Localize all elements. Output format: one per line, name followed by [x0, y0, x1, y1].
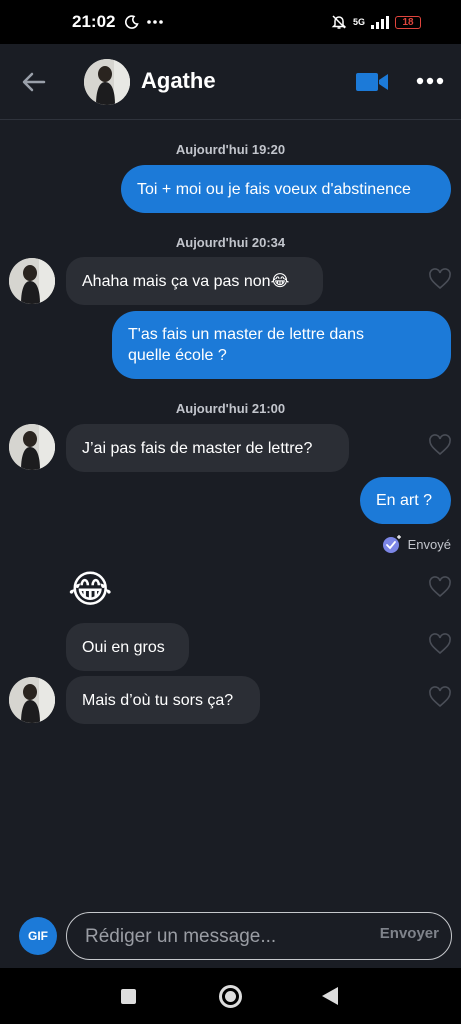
emoji-message[interactable]: 😂 [68, 568, 112, 612]
message-text-line: quelle école ? [128, 347, 227, 364]
timestamp: Aujourd'hui 21:00 [175, 401, 286, 416]
sender-avatar[interactable] [9, 424, 55, 470]
message-box[interactable]: Envoyer [66, 912, 452, 960]
heart-icon[interactable] [428, 268, 452, 290]
gif-button[interactable]: GIF [19, 917, 57, 955]
heart-icon[interactable] [428, 576, 452, 598]
outgoing-message[interactable]: Toi + moi ou je fais voeux d'abstinence [121, 165, 451, 213]
message-text: En art ? [376, 492, 433, 509]
home-icon[interactable] [219, 985, 242, 1008]
incoming-message[interactable]: J’ai pas fais de master de lettre? [66, 424, 349, 472]
status-right: 5G 18 [331, 14, 421, 30]
timestamp: Aujourd'hui 20:34 [175, 235, 286, 250]
recent-apps-icon[interactable] [121, 989, 136, 1004]
signal-icon [371, 15, 389, 29]
message-text: Ahaha mais ça va pas non😂 [82, 272, 290, 290]
message-list[interactable]: Aujourd'hui 19:20 Toi + moi ou je fais v… [0, 121, 461, 911]
sent-status-label: Envoyé [407, 536, 451, 552]
message-text: Oui en gros [82, 638, 165, 656]
send-button[interactable]: Envoyer [380, 925, 439, 942]
status-bar: 21:02 5G 18 [0, 0, 461, 44]
contact-avatar[interactable] [84, 59, 130, 105]
sent-check-icon [382, 535, 401, 553]
incoming-message[interactable]: Mais d’où tu sors ça? [66, 676, 260, 724]
sender-avatar[interactable] [9, 677, 55, 723]
sent-status: Envoyé [382, 534, 451, 554]
chat-header: Agathe [0, 44, 461, 120]
heart-icon[interactable] [428, 633, 452, 655]
incoming-message[interactable]: Oui en gros [66, 623, 189, 671]
bell-muted-icon [331, 15, 347, 29]
video-call-icon[interactable] [355, 71, 389, 93]
message-text: Toi + moi ou je fais voeux d'abstinence [137, 180, 411, 198]
timestamp: Aujourd'hui 19:20 [175, 142, 286, 157]
incoming-message[interactable]: Ahaha mais ça va pas non😂 [66, 257, 323, 305]
more-notifications-icon [147, 20, 164, 24]
battery-level: 18 [402, 16, 414, 28]
message-composer: GIF Envoyer [0, 911, 461, 968]
back-arrow-icon[interactable] [20, 68, 48, 96]
network-type: 5G [352, 16, 365, 27]
heart-icon[interactable] [428, 434, 452, 456]
message-text-line: T'as fais un master de lettre dans [128, 326, 365, 343]
battery-icon: 18 [395, 15, 421, 29]
outgoing-message[interactable]: T'as fais un master de lettre dans quell… [112, 311, 451, 379]
nav-back-icon[interactable] [322, 987, 338, 1005]
message-input[interactable] [83, 913, 357, 960]
status-time: 21:02 [72, 12, 116, 31]
moon-icon [125, 15, 140, 29]
sender-avatar[interactable] [9, 258, 55, 304]
more-options-icon[interactable] [416, 76, 444, 86]
outgoing-message[interactable]: En art ? [360, 477, 451, 524]
status-left-icons [125, 15, 164, 29]
system-nav-bar [0, 968, 461, 1024]
heart-icon[interactable] [428, 686, 452, 708]
message-text: J’ai pas fais de master de lettre? [82, 439, 313, 457]
contact-name[interactable]: Agathe [141, 68, 216, 94]
message-text: Mais d’où tu sors ça? [82, 691, 234, 709]
